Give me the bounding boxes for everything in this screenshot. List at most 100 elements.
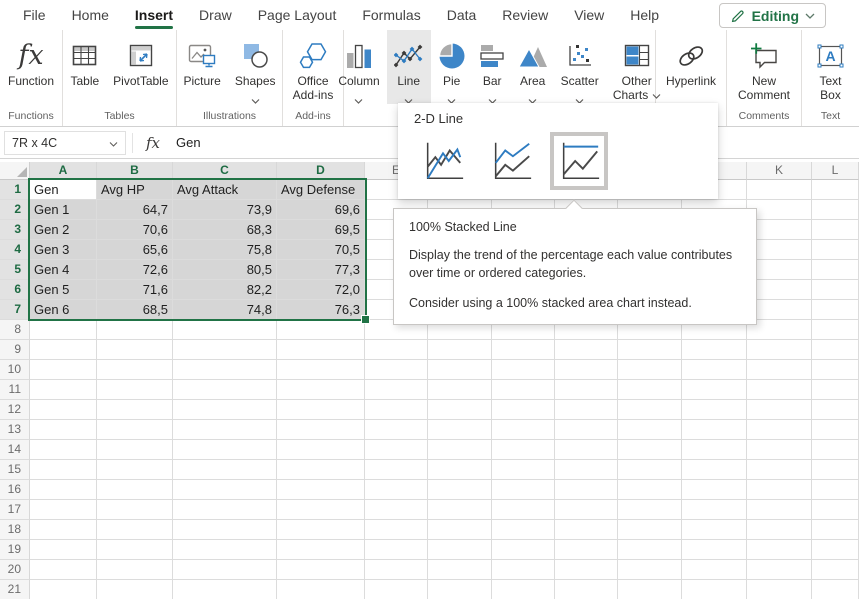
row-header-9[interactable]: 9 xyxy=(0,340,30,360)
cell-K15[interactable] xyxy=(747,460,812,480)
cell-K18[interactable] xyxy=(747,520,812,540)
cell-L4[interactable] xyxy=(812,240,859,260)
cell-C13[interactable] xyxy=(173,420,277,440)
text-box-button[interactable]: A Text Box xyxy=(808,30,854,104)
cell-C11[interactable] xyxy=(173,380,277,400)
cell-J16[interactable] xyxy=(682,480,747,500)
cell-F18[interactable] xyxy=(428,520,492,540)
cell-F15[interactable] xyxy=(428,460,492,480)
cell-B19[interactable] xyxy=(97,540,173,560)
cell-L8[interactable] xyxy=(812,320,859,340)
cell-L20[interactable] xyxy=(812,560,859,580)
cell-L18[interactable] xyxy=(812,520,859,540)
cell-F20[interactable] xyxy=(428,560,492,580)
cell-L15[interactable] xyxy=(812,460,859,480)
cell-D5[interactable]: 77,3 xyxy=(277,260,365,280)
cell-I15[interactable] xyxy=(618,460,682,480)
cell-F12[interactable] xyxy=(428,400,492,420)
cell-A15[interactable] xyxy=(30,460,97,480)
row-header-8[interactable]: 8 xyxy=(0,320,30,340)
cell-C2[interactable]: 73,9 xyxy=(173,200,277,220)
table-button[interactable]: Table xyxy=(63,30,106,104)
cell-K12[interactable] xyxy=(747,400,812,420)
fill-handle[interactable] xyxy=(361,315,370,324)
column-header-D[interactable]: D xyxy=(277,162,365,180)
cell-F17[interactable] xyxy=(428,500,492,520)
cell-A4[interactable]: Gen 3 xyxy=(30,240,97,260)
cell-B17[interactable] xyxy=(97,500,173,520)
cell-A13[interactable] xyxy=(30,420,97,440)
cell-B11[interactable] xyxy=(97,380,173,400)
column-chart-button[interactable]: Column xyxy=(331,30,386,104)
cell-C12[interactable] xyxy=(173,400,277,420)
cell-L2[interactable] xyxy=(812,200,859,220)
cell-L7[interactable] xyxy=(812,300,859,320)
cell-I14[interactable] xyxy=(618,440,682,460)
cell-K11[interactable] xyxy=(747,380,812,400)
cell-A9[interactable] xyxy=(30,340,97,360)
cell-J10[interactable] xyxy=(682,360,747,380)
cell-J15[interactable] xyxy=(682,460,747,480)
cell-K1[interactable] xyxy=(747,180,812,200)
cell-D9[interactable] xyxy=(277,340,365,360)
cell-B10[interactable] xyxy=(97,360,173,380)
cell-D20[interactable] xyxy=(277,560,365,580)
cell-C16[interactable] xyxy=(173,480,277,500)
cell-L5[interactable] xyxy=(812,260,859,280)
column-header-K[interactable]: K xyxy=(747,162,812,180)
cell-C8[interactable] xyxy=(173,320,277,340)
row-header-5[interactable]: 5 xyxy=(0,260,30,280)
cell-A20[interactable] xyxy=(30,560,97,580)
cell-H16[interactable] xyxy=(555,480,618,500)
menu-tab-page-layout[interactable]: Page Layout xyxy=(245,0,350,30)
cell-C17[interactable] xyxy=(173,500,277,520)
row-header-18[interactable]: 18 xyxy=(0,520,30,540)
cell-H17[interactable] xyxy=(555,500,618,520)
cell-D10[interactable] xyxy=(277,360,365,380)
cell-F16[interactable] xyxy=(428,480,492,500)
cell-A6[interactable]: Gen 5 xyxy=(30,280,97,300)
cell-B14[interactable] xyxy=(97,440,173,460)
cell-A12[interactable] xyxy=(30,400,97,420)
cell-H10[interactable] xyxy=(555,360,618,380)
cell-F10[interactable] xyxy=(428,360,492,380)
cell-H21[interactable] xyxy=(555,580,618,599)
chevron-down-icon[interactable] xyxy=(575,91,584,97)
cell-E16[interactable] xyxy=(365,480,428,500)
cell-A5[interactable]: Gen 4 xyxy=(30,260,97,280)
cell-J14[interactable] xyxy=(682,440,747,460)
cell-G10[interactable] xyxy=(492,360,555,380)
cell-D16[interactable] xyxy=(277,480,365,500)
cell-L16[interactable] xyxy=(812,480,859,500)
menu-tab-insert[interactable]: Insert xyxy=(122,0,186,30)
cell-B7[interactable]: 68,5 xyxy=(97,300,173,320)
cell-C15[interactable] xyxy=(173,460,277,480)
cell-L19[interactable] xyxy=(812,540,859,560)
row-header-13[interactable]: 13 xyxy=(0,420,30,440)
shapes-button[interactable]: Shapes xyxy=(228,30,283,104)
cell-B2[interactable]: 64,7 xyxy=(97,200,173,220)
cell-J13[interactable] xyxy=(682,420,747,440)
cell-G17[interactable] xyxy=(492,500,555,520)
cell-A14[interactable] xyxy=(30,440,97,460)
cell-C14[interactable] xyxy=(173,440,277,460)
cell-G13[interactable] xyxy=(492,420,555,440)
cell-D14[interactable] xyxy=(277,440,365,460)
cell-B8[interactable] xyxy=(97,320,173,340)
cell-B12[interactable] xyxy=(97,400,173,420)
cell-H9[interactable] xyxy=(555,340,618,360)
cell-C5[interactable]: 80,5 xyxy=(173,260,277,280)
menu-tab-formulas[interactable]: Formulas xyxy=(349,0,433,30)
cell-D17[interactable] xyxy=(277,500,365,520)
insert-function-fx-icon[interactable]: fx xyxy=(139,134,167,152)
cell-A7[interactable]: Gen 6 xyxy=(30,300,97,320)
cell-K20[interactable] xyxy=(747,560,812,580)
cell-I18[interactable] xyxy=(618,520,682,540)
pivottable-button[interactable]: PivotTable xyxy=(106,30,175,104)
cell-B9[interactable] xyxy=(97,340,173,360)
cell-I17[interactable] xyxy=(618,500,682,520)
cell-C6[interactable]: 82,2 xyxy=(173,280,277,300)
cell-H12[interactable] xyxy=(555,400,618,420)
cell-D8[interactable] xyxy=(277,320,365,340)
cell-C4[interactable]: 75,8 xyxy=(173,240,277,260)
